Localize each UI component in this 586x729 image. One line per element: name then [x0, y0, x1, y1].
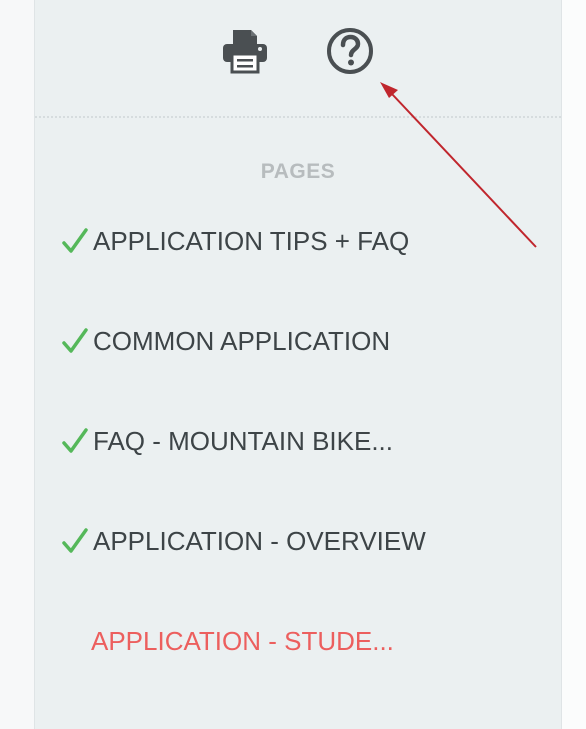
content-edge	[562, 0, 586, 729]
page-item-label: APPLICATION TIPS + FAQ	[93, 226, 410, 256]
page-item-label: FAQ - MOUNTAIN BIKE...	[93, 426, 393, 456]
page-item-application-overview[interactable]: APPLICATION - OVERVIEW	[61, 526, 426, 626]
pages-sidebar: PAGES APPLICATION TIPS + FAQ COMMON APPL…	[34, 0, 562, 729]
print-button[interactable]	[213, 24, 277, 78]
page-item-application-student[interactable]: APPLICATION - STUDE...	[61, 626, 426, 726]
left-margin	[0, 0, 34, 729]
help-button[interactable]	[321, 24, 379, 78]
sidebar-toolbar	[35, 0, 561, 116]
print-icon	[223, 30, 267, 74]
page: PAGES APPLICATION TIPS + FAQ COMMON APPL…	[0, 0, 586, 729]
page-list: APPLICATION TIPS + FAQ COMMON APPLICATIO…	[61, 226, 426, 726]
check-icon	[62, 428, 88, 453]
page-item-common-application[interactable]: COMMON APPLICATION	[61, 326, 426, 426]
check-icon	[62, 328, 88, 353]
page-item-faq-mountain-bike[interactable]: FAQ - MOUNTAIN BIKE...	[61, 426, 426, 526]
check-icon	[62, 228, 88, 253]
check-icon	[62, 528, 88, 553]
page-item-label: APPLICATION - OVERVIEW	[93, 526, 426, 556]
page-item-label: APPLICATION - STUDE...	[91, 626, 394, 656]
page-item-application-tips-faq[interactable]: APPLICATION TIPS + FAQ	[61, 226, 426, 326]
page-item-label: COMMON APPLICATION	[93, 326, 391, 356]
pages-heading: PAGES	[260, 160, 336, 183]
help-icon	[327, 28, 373, 74]
toolbar-divider	[35, 116, 561, 118]
